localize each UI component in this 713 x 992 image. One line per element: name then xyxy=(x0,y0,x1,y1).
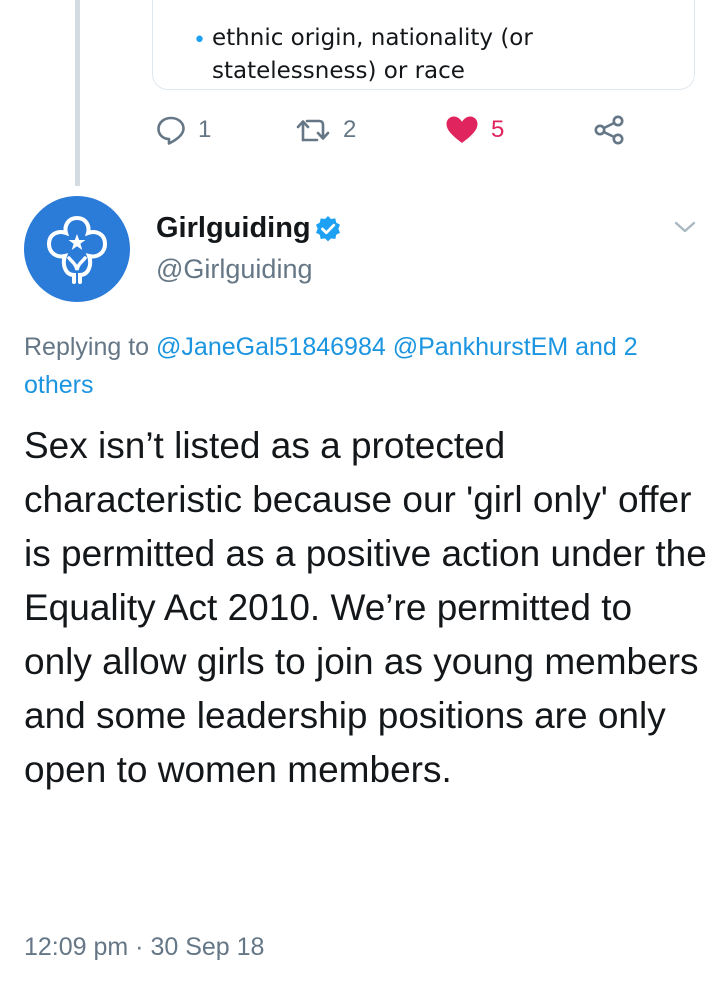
chevron-down-icon[interactable] xyxy=(672,214,698,244)
tweet-timestamp[interactable]: 12:09 pm · 30 Sep 18 xyxy=(24,933,264,962)
retweet-icon xyxy=(295,115,331,145)
retweet-count: 2 xyxy=(343,116,357,143)
reply-count: 1 xyxy=(198,116,212,143)
mention-link-1[interactable]: @JaneGal51846984 xyxy=(156,333,386,361)
retweet-button[interactable]: 2 xyxy=(295,113,356,147)
like-button[interactable]: 5 xyxy=(445,113,504,147)
bullet-dot-icon: • xyxy=(193,28,206,53)
trefoil-logo-icon xyxy=(46,216,108,284)
author-display-name[interactable]: Girlguiding xyxy=(156,212,311,245)
avatar[interactable] xyxy=(24,196,130,302)
like-count: 5 xyxy=(491,116,505,143)
author-handle[interactable]: @Girlguiding xyxy=(156,254,312,285)
share-icon xyxy=(592,115,626,145)
reply-button[interactable]: 1 xyxy=(156,113,211,147)
share-button[interactable] xyxy=(592,113,626,147)
replying-to-line: Replying to @JaneGal51846984 @PankhurstE… xyxy=(24,328,704,404)
mention-link-2[interactable]: @PankhurstEM xyxy=(393,333,568,361)
replying-prefix: Replying to xyxy=(24,333,150,361)
verified-badge-icon xyxy=(314,215,342,247)
reply-icon xyxy=(156,115,186,145)
tweet-body-text: Sex isn’t listed as a protected characte… xyxy=(24,425,707,790)
quoted-bullet-text: ethnic origin, nationality (or stateless… xyxy=(212,25,533,84)
heart-icon xyxy=(445,115,479,145)
thread-connector-line xyxy=(75,0,80,186)
